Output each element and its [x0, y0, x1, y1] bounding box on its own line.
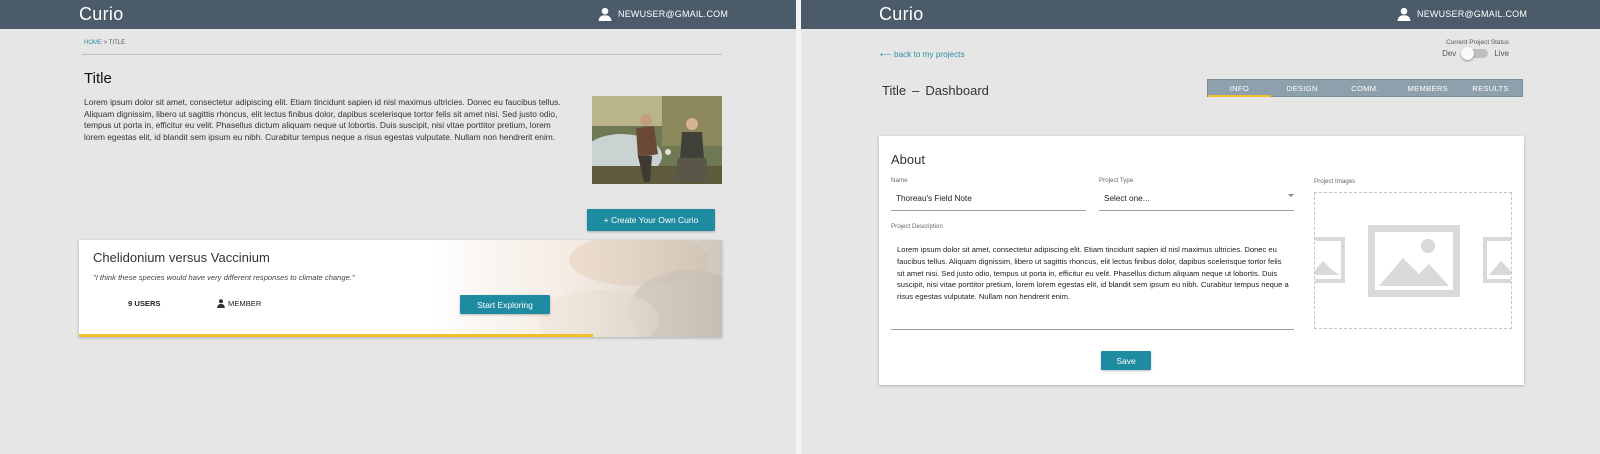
user-icon [1397, 7, 1411, 21]
left-screen: Curio NEWUSER@GMAIL.COM HOME > TITLE Tit… [0, 0, 796, 454]
card-quote: "I think these species would have very d… [93, 273, 355, 282]
start-exploring-button[interactable]: Start Exploring [460, 295, 550, 314]
breadcrumb: HOME > TITLE [84, 40, 125, 46]
top-nav-bar: Curio NEWUSER@GMAIL.COM [0, 0, 796, 29]
name-field[interactable]: Thoreau's Field Note [896, 194, 1086, 203]
card-title: Chelidonium versus Vaccinium [93, 250, 270, 265]
brand-logo[interactable]: Curio [879, 4, 924, 25]
breadcrumb-home-link[interactable]: HOME [84, 40, 102, 46]
curio-card[interactable]: Chelidonium versus Vaccinium "I think th… [79, 240, 722, 337]
description-underline [891, 329, 1294, 330]
user-icon [598, 7, 612, 21]
page-title: Title [84, 70, 112, 87]
top-nav-bar: Curio NEWUSER@GMAIL.COM [801, 0, 1600, 29]
project-title: Title [882, 83, 907, 98]
project-status-toggle-row: Dev Live [1442, 47, 1509, 60]
tab-info[interactable]: INFO [1208, 80, 1271, 97]
project-type-select[interactable]: Select one... [1104, 194, 1294, 203]
brand-logo[interactable]: Curio [79, 4, 124, 25]
page-subtitle: Dashboard [925, 83, 989, 98]
breadcrumb-separator: > [103, 40, 108, 46]
project-images-label: Project Images [1314, 178, 1356, 185]
project-status-label: Current Project Status [1446, 39, 1509, 46]
toggle-knob[interactable] [1461, 47, 1475, 60]
project-description-field[interactable]: Lorem ipsum dolor sit amet, consectetur … [897, 244, 1289, 303]
page-title: Title – Dashboard [882, 83, 989, 98]
tab-comm[interactable]: COMM. [1334, 80, 1397, 96]
user-email: NEWUSER@GMAIL.COM [1417, 9, 1528, 19]
back-to-projects-link[interactable]: ⟵ back to my projects [880, 49, 965, 59]
breadcrumb-divider [82, 54, 722, 55]
user-count: 9 USERS [128, 299, 161, 308]
project-photo [592, 96, 722, 184]
breadcrumb-current: TITLE [108, 40, 126, 46]
card-progress-bar [79, 334, 722, 337]
save-button[interactable]: Save [1101, 351, 1151, 370]
tab-members[interactable]: MEMBERS [1396, 80, 1459, 96]
project-type-label: Project Type [1099, 177, 1134, 184]
status-live-label: Live [1494, 49, 1509, 58]
card-progress-fill [79, 334, 594, 337]
membership-role: MEMBER [217, 299, 261, 308]
title-separator: – [912, 83, 920, 98]
project-description-label: Project Description [891, 223, 943, 230]
name-label: Name [891, 177, 908, 184]
about-heading: About [891, 152, 925, 167]
tab-design[interactable]: DESIGN [1271, 80, 1334, 96]
image-placeholder-icon [1315, 225, 1511, 297]
user-email: NEWUSER@GMAIL.COM [618, 9, 729, 19]
user-menu[interactable]: NEWUSER@GMAIL.COM [1397, 7, 1527, 21]
project-images-dropzone[interactable] [1314, 192, 1512, 329]
project-type-underline [1099, 210, 1294, 211]
project-status-toggle[interactable] [1461, 47, 1489, 60]
name-field-underline [891, 210, 1086, 211]
tab-results[interactable]: RESULTS [1459, 80, 1522, 96]
chevron-down-icon[interactable] [1288, 194, 1294, 197]
project-description-text: Lorem ipsum dolor sit amet, consectetur … [84, 97, 561, 142]
dashboard-tabs: INFO DESIGN COMM. MEMBERS RESULTS [1207, 79, 1523, 97]
status-dev-label: Dev [1442, 49, 1457, 58]
person-icon [217, 299, 225, 308]
user-menu[interactable]: NEWUSER@GMAIL.COM [598, 7, 728, 21]
create-curio-button[interactable]: + Create Your Own Curio [587, 209, 715, 231]
role-label: MEMBER [228, 299, 262, 308]
about-card: About Name Thoreau's Field Note Project … [879, 136, 1524, 385]
right-screen: Curio NEWUSER@GMAIL.COM ⟵ back to my pro… [801, 0, 1600, 454]
